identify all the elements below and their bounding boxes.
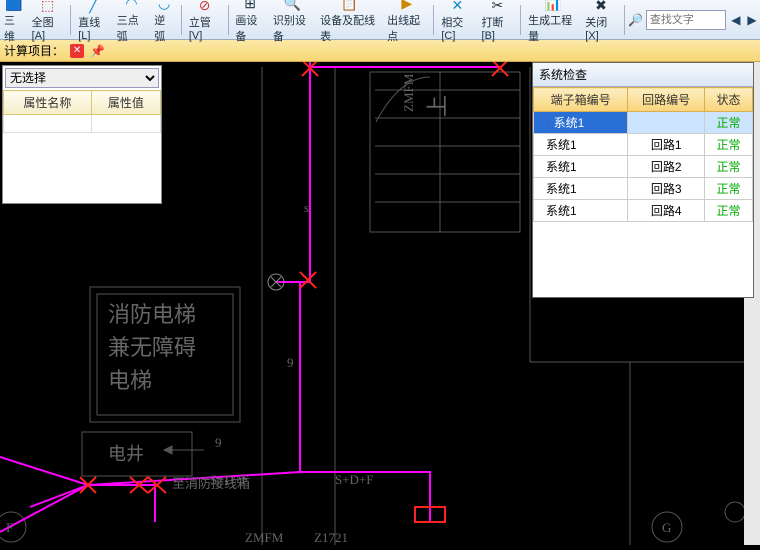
- svg-text:s: s: [304, 200, 309, 215]
- nav-prev-icon[interactable]: ◀: [728, 11, 744, 29]
- svg-text:9: 9: [287, 355, 294, 370]
- col-loop[interactable]: 回路编号: [628, 88, 705, 112]
- col-status[interactable]: 状态: [705, 88, 753, 112]
- svg-text:电井: 电井: [108, 444, 144, 464]
- svg-text:9: 9: [215, 435, 222, 450]
- svg-text:S+D+F: S+D+F: [335, 472, 374, 487]
- calc-close-icon[interactable]: ✕: [70, 44, 84, 58]
- selection-dropdown[interactable]: 无选择: [5, 68, 159, 88]
- system-check-panel: 系统检查 端子箱编号 回路编号 状态 ▫ 系统1 正常 系统1回路1正常 系统1…: [532, 62, 754, 298]
- table-row[interactable]: 系统1回路4正常: [534, 200, 753, 222]
- btn-line[interactable]: ╱直线[L]: [74, 1, 113, 39]
- property-table: 属性名称 属性值: [3, 90, 161, 133]
- table-row[interactable]: 系统1回路3正常: [534, 178, 753, 200]
- btn-genqty[interactable]: 📊生成工程量: [524, 1, 581, 39]
- btn-drawdev[interactable]: ⊞画设备: [231, 1, 268, 39]
- property-panel: 无选择 属性名称 属性值: [2, 65, 162, 204]
- table-row[interactable]: [4, 115, 161, 133]
- btn-outstart[interactable]: ▶出线起点: [383, 1, 430, 39]
- table-row[interactable]: 系统1回路2正常: [534, 156, 753, 178]
- btn-close[interactable]: ✖关闭[X]: [581, 1, 621, 39]
- main-toolbar: 🟦三维 ⬚全图[A] ╱直线[L] ◠三点弧 ◡逆弧 ⊘立管[V] ⊞画设备 🔍…: [0, 0, 760, 40]
- calc-bar: 计算项目： ✕ 📌: [0, 40, 760, 62]
- btn-devwire[interactable]: 📋设备及配线表: [316, 1, 383, 39]
- property-blank: [3, 133, 161, 203]
- btn-arc3[interactable]: ◠三点弧: [113, 1, 150, 39]
- svg-text:S+D+F: S+D+F: [210, 472, 249, 487]
- svg-text:F: F: [6, 520, 13, 535]
- svg-text:G: G: [662, 520, 671, 535]
- calc-label: 计算项目：: [4, 42, 64, 59]
- btn-riser[interactable]: ⊘立管[V]: [185, 1, 225, 39]
- btn-intersect[interactable]: ✕相交[C]: [437, 1, 477, 39]
- btn-break[interactable]: ✂打断[B]: [478, 1, 518, 39]
- table-row[interactable]: 系统1回路1正常: [534, 134, 753, 156]
- btn-recdev[interactable]: 🔍识别设备: [269, 1, 316, 39]
- svg-text:ZMFM: ZMFM: [245, 530, 284, 545]
- btn-3d[interactable]: 🟦三维: [0, 1, 28, 39]
- svg-text:Z1721: Z1721: [314, 530, 348, 545]
- svg-text:上: 上: [425, 95, 450, 117]
- pin-icon[interactable]: 📌: [90, 44, 105, 58]
- system-check-table: 端子箱编号 回路编号 状态 ▫ 系统1 正常 系统1回路1正常 系统1回路2正常…: [533, 87, 753, 222]
- find-icon[interactable]: 🔎: [628, 11, 644, 29]
- nav-next-icon[interactable]: ▶: [744, 11, 760, 29]
- col-prop-value[interactable]: 属性值: [91, 91, 160, 115]
- col-box[interactable]: 端子箱编号: [534, 88, 628, 112]
- btn-fullview[interactable]: ⬚全图[A]: [28, 1, 68, 39]
- svg-text:ZMFM: ZMFM: [401, 73, 416, 112]
- system-check-title: 系统检查: [533, 63, 753, 87]
- table-row[interactable]: ▫ 系统1 正常: [534, 112, 753, 134]
- btn-arcrev[interactable]: ◡逆弧: [150, 1, 178, 39]
- svg-text:消防电梯: 消防电梯: [108, 302, 196, 327]
- svg-text:兼无障碍: 兼无障碍: [108, 335, 196, 360]
- search-input[interactable]: [646, 10, 726, 30]
- svg-text:电梯: 电梯: [108, 368, 152, 393]
- col-prop-name[interactable]: 属性名称: [4, 91, 92, 115]
